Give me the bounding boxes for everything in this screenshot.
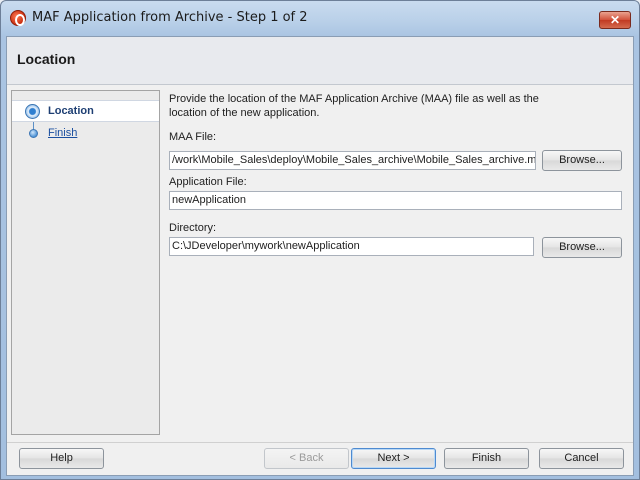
application-file-field[interactable]: newApplication bbox=[169, 191, 622, 210]
nav-item-location[interactable]: Location bbox=[12, 100, 159, 122]
help-button[interactable]: Help bbox=[19, 448, 104, 469]
next-button[interactable]: Next > bbox=[351, 448, 436, 469]
step-current-icon bbox=[25, 104, 40, 119]
application-file-label: Application File: bbox=[169, 176, 247, 188]
wizard-window: MAF Application from Archive - Step 1 of… bbox=[0, 0, 640, 480]
close-button[interactable]: ✕ bbox=[599, 11, 631, 29]
step-pending-icon bbox=[29, 129, 38, 138]
page-title: Location bbox=[17, 51, 76, 67]
maa-file-field[interactable]: /work\Mobile_Sales\deploy\Mobile_Sales_a… bbox=[169, 151, 536, 170]
footer-divider bbox=[7, 442, 633, 443]
maa-file-label: MAA File: bbox=[169, 131, 217, 143]
page-header: Location bbox=[7, 37, 633, 85]
nav-item-finish-label[interactable]: Finish bbox=[48, 127, 77, 139]
directory-field[interactable]: C:\JDeveloper\mywork\newApplication bbox=[169, 237, 534, 256]
window-title: MAF Application from Archive - Step 1 of… bbox=[32, 10, 308, 25]
nav-item-finish[interactable]: Finish bbox=[12, 123, 159, 145]
step-navigation: Location Finish bbox=[11, 90, 160, 435]
nav-item-location-label: Location bbox=[48, 105, 94, 117]
close-icon: ✕ bbox=[609, 13, 621, 27]
title-bar[interactable]: MAF Application from Archive - Step 1 of… bbox=[1, 1, 639, 37]
back-button[interactable]: < Back bbox=[264, 448, 349, 469]
maa-browse-button[interactable]: Browse... bbox=[542, 150, 622, 171]
finish-button[interactable]: Finish bbox=[444, 448, 529, 469]
dialog-body: Location Location Finish Provide the loc… bbox=[6, 36, 634, 476]
directory-label: Directory: bbox=[169, 222, 217, 234]
instructions-text: Provide the location of the MAF Applicat… bbox=[169, 93, 539, 119]
jdeveloper-app-icon bbox=[10, 10, 26, 26]
cancel-button[interactable]: Cancel bbox=[539, 448, 624, 469]
directory-browse-button[interactable]: Browse... bbox=[542, 237, 622, 258]
